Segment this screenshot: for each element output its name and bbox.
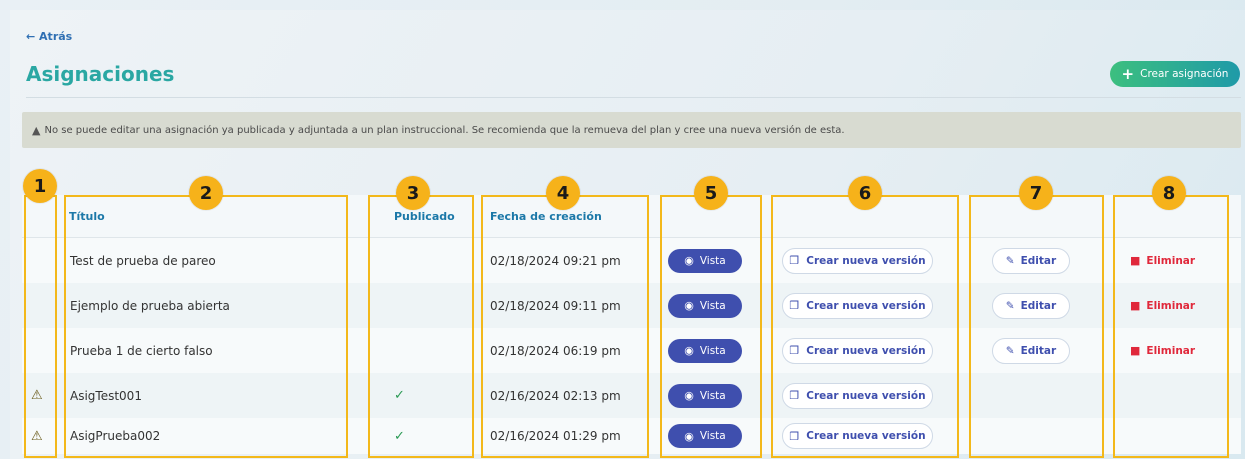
- annotation-number-1: 1: [23, 169, 57, 203]
- annotation-box-7: [969, 195, 1104, 458]
- annotation-number-8: 8: [1152, 176, 1186, 210]
- annotation-number-5: 5: [694, 176, 728, 210]
- page-title: Asignaciones: [26, 62, 175, 86]
- divider: [26, 97, 1241, 98]
- annotation-box-6: [771, 195, 959, 458]
- annotation-box-5: [660, 195, 762, 458]
- create-assignment-button[interactable]: + Crear asignación: [1110, 61, 1240, 87]
- annotation-number-2: 2: [189, 176, 223, 210]
- annotation-box-8: [1113, 195, 1229, 458]
- annotation-box-3: [368, 195, 474, 458]
- back-link[interactable]: ← Atrás: [26, 30, 72, 43]
- create-assignment-label: Crear asignación: [1140, 68, 1229, 80]
- annotation-box-1: [24, 195, 57, 458]
- annotation-number-7: 7: [1019, 176, 1053, 210]
- notice-text: No se puede editar una asignación ya pub…: [44, 124, 845, 136]
- notice-banner: ▲ No se puede editar una asignación ya p…: [22, 112, 1241, 148]
- annotation-number-3: 3: [396, 176, 430, 210]
- annotation-box-4: [481, 195, 649, 458]
- annotation-number-6: 6: [848, 176, 882, 210]
- warning-icon: ▲: [32, 123, 41, 137]
- plus-icon: +: [1121, 65, 1135, 83]
- annotation-box-2: [64, 195, 348, 458]
- annotation-number-4: 4: [546, 176, 580, 210]
